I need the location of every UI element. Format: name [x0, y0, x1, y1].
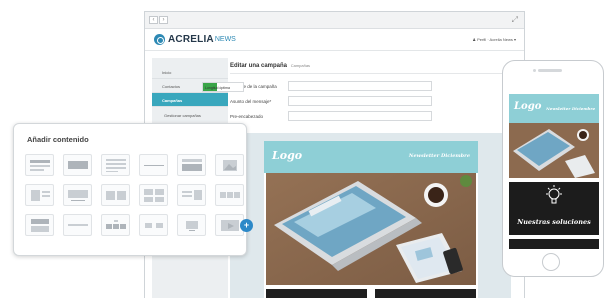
two-images-block-icon-glyph — [106, 191, 126, 200]
email-logo[interactable]: Logo — [272, 149, 302, 162]
brand-name: ACRELIA — [168, 34, 214, 45]
phone-camera — [533, 69, 536, 72]
image-caption-block-icon-glyph — [68, 190, 88, 201]
email-newsletter-title[interactable]: Newsletter Diciembre — [409, 153, 470, 159]
three-columns-block-icon[interactable] — [101, 214, 130, 236]
lightbulb-icon — [546, 185, 562, 204]
brand-mark-icon — [154, 34, 165, 45]
user-menu[interactable]: ♟ Perfil · Acrelia News ▾ — [472, 37, 516, 42]
phone-screen: Logo Newsletter Diciembre Nuestras soluc… — [509, 94, 599, 249]
image-caption-block-icon[interactable] — [63, 184, 92, 206]
video-block-icon-glyph — [221, 220, 239, 231]
image-text-block-icon-glyph — [31, 190, 50, 201]
header-block-icon-glyph — [68, 161, 88, 169]
image-block-icon[interactable] — [215, 154, 244, 176]
chevron-left-icon[interactable]: ‹ — [149, 16, 158, 24]
phone-laptop-photo — [509, 123, 599, 178]
two-images-block-icon[interactable] — [101, 184, 130, 206]
email-dark-block-left — [266, 289, 367, 298]
text-image-block-icon-glyph — [182, 159, 202, 171]
content-block-grid — [25, 154, 244, 236]
paragraph-block-icon[interactable] — [101, 154, 130, 176]
paragraph-block-icon-glyph — [106, 159, 126, 172]
email-hero-image[interactable] — [266, 173, 476, 285]
phone-email-logo[interactable]: Logo — [514, 101, 541, 112]
header-block-icon[interactable] — [63, 154, 92, 176]
chevron-right-icon[interactable]: › — [159, 16, 168, 24]
brand-subname: NEWS — [214, 36, 236, 43]
laptop-desk-photo — [266, 173, 476, 285]
image-grid-block-icon-glyph — [144, 189, 164, 202]
email-preview: Logo Newsletter Diciembre — [264, 141, 478, 298]
phone-solutions-title[interactable]: Nuestras soluciones — [509, 218, 599, 226]
social-block-icon-glyph — [186, 221, 198, 231]
image-left-text-block-icon-glyph — [31, 219, 49, 232]
panel-title: Añadir contenido — [27, 135, 89, 144]
columns-block-icon-glyph — [220, 192, 240, 198]
phone-mockup: Logo Newsletter Diciembre Nuestras soluc… — [502, 60, 604, 277]
phone-dark-block — [509, 239, 599, 249]
phone-home-button[interactable] — [542, 253, 560, 271]
three-columns-block-icon-glyph — [106, 220, 126, 229]
image-left-text-block-icon[interactable] — [25, 214, 54, 236]
text-block-icon-glyph — [30, 160, 50, 171]
app-header: ACRELIA NEWS ♟ Perfil · Acrelia News ▾ — [145, 29, 524, 51]
email-dark-block-right — [375, 289, 476, 298]
browser-toolbar: ‹ › ⤢ — [145, 12, 524, 29]
add-block-button[interactable]: + — [240, 219, 253, 232]
subject-length-meter: Longitud óptima — [202, 82, 244, 92]
divider-block-icon[interactable] — [139, 154, 168, 176]
phone-newsletter-title[interactable]: Newsletter Diciembre — [546, 106, 595, 111]
image-block-icon-glyph — [223, 160, 237, 171]
caption-block-icon[interactable] — [63, 214, 92, 236]
image-grid-block-icon[interactable] — [139, 184, 168, 206]
caption-block-icon-glyph — [68, 224, 88, 226]
divider-block-icon-glyph — [144, 165, 164, 166]
image-right-block-icon[interactable] — [177, 184, 206, 206]
subject-length-label: Longitud óptima — [205, 86, 230, 90]
image-right-block-icon-glyph — [182, 190, 202, 200]
phone-hero-image[interactable] — [509, 123, 599, 178]
expand-arrows-icon[interactable]: ⤢ — [512, 15, 518, 25]
phone-speaker — [538, 69, 562, 72]
text-image-block-icon[interactable] — [177, 154, 206, 176]
phone-solutions-block: Nuestras soluciones — [509, 182, 599, 235]
social-block-icon[interactable] — [177, 214, 206, 236]
email-header: Logo Newsletter Diciembre — [264, 141, 478, 173]
phone-email-header: Logo Newsletter Diciembre — [509, 94, 599, 123]
button-row-block-icon[interactable] — [139, 214, 168, 236]
image-text-block-icon[interactable] — [25, 184, 54, 206]
brand-logo[interactable]: ACRELIA NEWS — [154, 34, 236, 45]
columns-block-icon[interactable] — [215, 184, 244, 206]
button-row-block-icon-glyph — [145, 223, 163, 228]
add-content-panel: Añadir contenido + — [13, 123, 253, 256]
text-block-icon[interactable] — [25, 154, 54, 176]
